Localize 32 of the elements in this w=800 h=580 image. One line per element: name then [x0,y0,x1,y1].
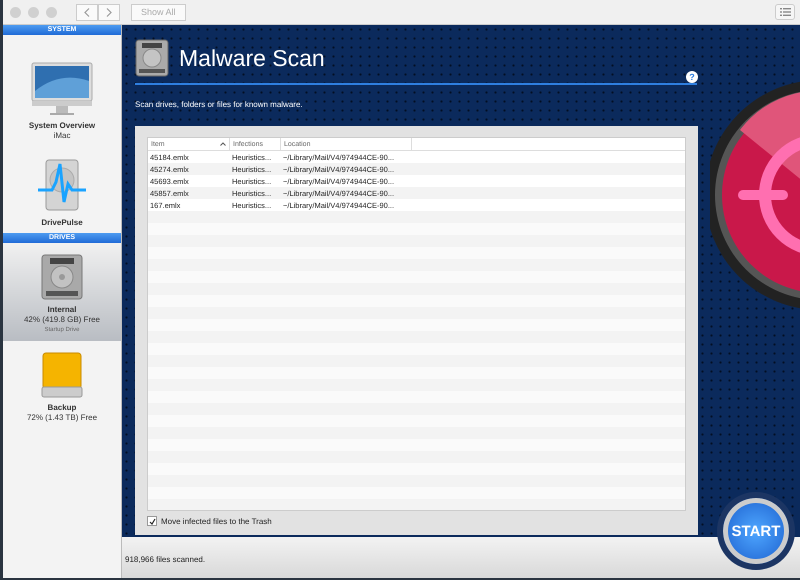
item-title: Backup [48,403,76,412]
forward-button[interactable] [98,4,120,20]
external-drive-icon [40,351,84,399]
back-icon [84,8,90,16]
move-to-trash-checkbox[interactable]: Move infected files to the Trash [147,516,686,526]
hard-drive-icon [135,39,169,77]
zoom-button[interactable] [46,6,57,18]
status-text: 918,966 files scanned. [125,555,206,564]
description-text: Scan drives, folders or files for known malware. [135,100,304,109]
forward-icon [106,8,112,16]
list-view-button[interactable] [775,4,795,20]
checkbox-label: Move infected files to the Trash [161,516,272,526]
sidebar-item[interactable]: System Overview iMac [3,35,121,146]
close-button[interactable] [10,6,21,18]
item-subtitle: iMac [54,131,70,140]
item-title: DrivePulse [41,218,83,227]
page-title: Malware Scan [179,44,325,72]
computer-icon [30,61,94,117]
back-button[interactable] [76,4,98,20]
hard-drive-icon [40,253,84,301]
item-title: Internal [48,305,76,314]
item-subtitle: 42% (419.8 GB) Free [24,315,100,324]
item-subtitle: 72% (1.43 TB) Free [26,413,98,422]
start-button[interactable]: START [717,492,795,570]
help-button[interactable]: ? [686,71,698,83]
item-title: System Overview [28,121,96,130]
checkbox[interactable] [147,516,157,526]
list-icon [780,8,790,16]
minimize-button[interactable] [28,6,39,18]
sidebar-item[interactable]: DrivePulse [3,146,121,233]
sidebar-item[interactable]: Backup 72% (1.43 TB) Free [3,341,121,428]
sort-ascending-icon [220,142,226,146]
